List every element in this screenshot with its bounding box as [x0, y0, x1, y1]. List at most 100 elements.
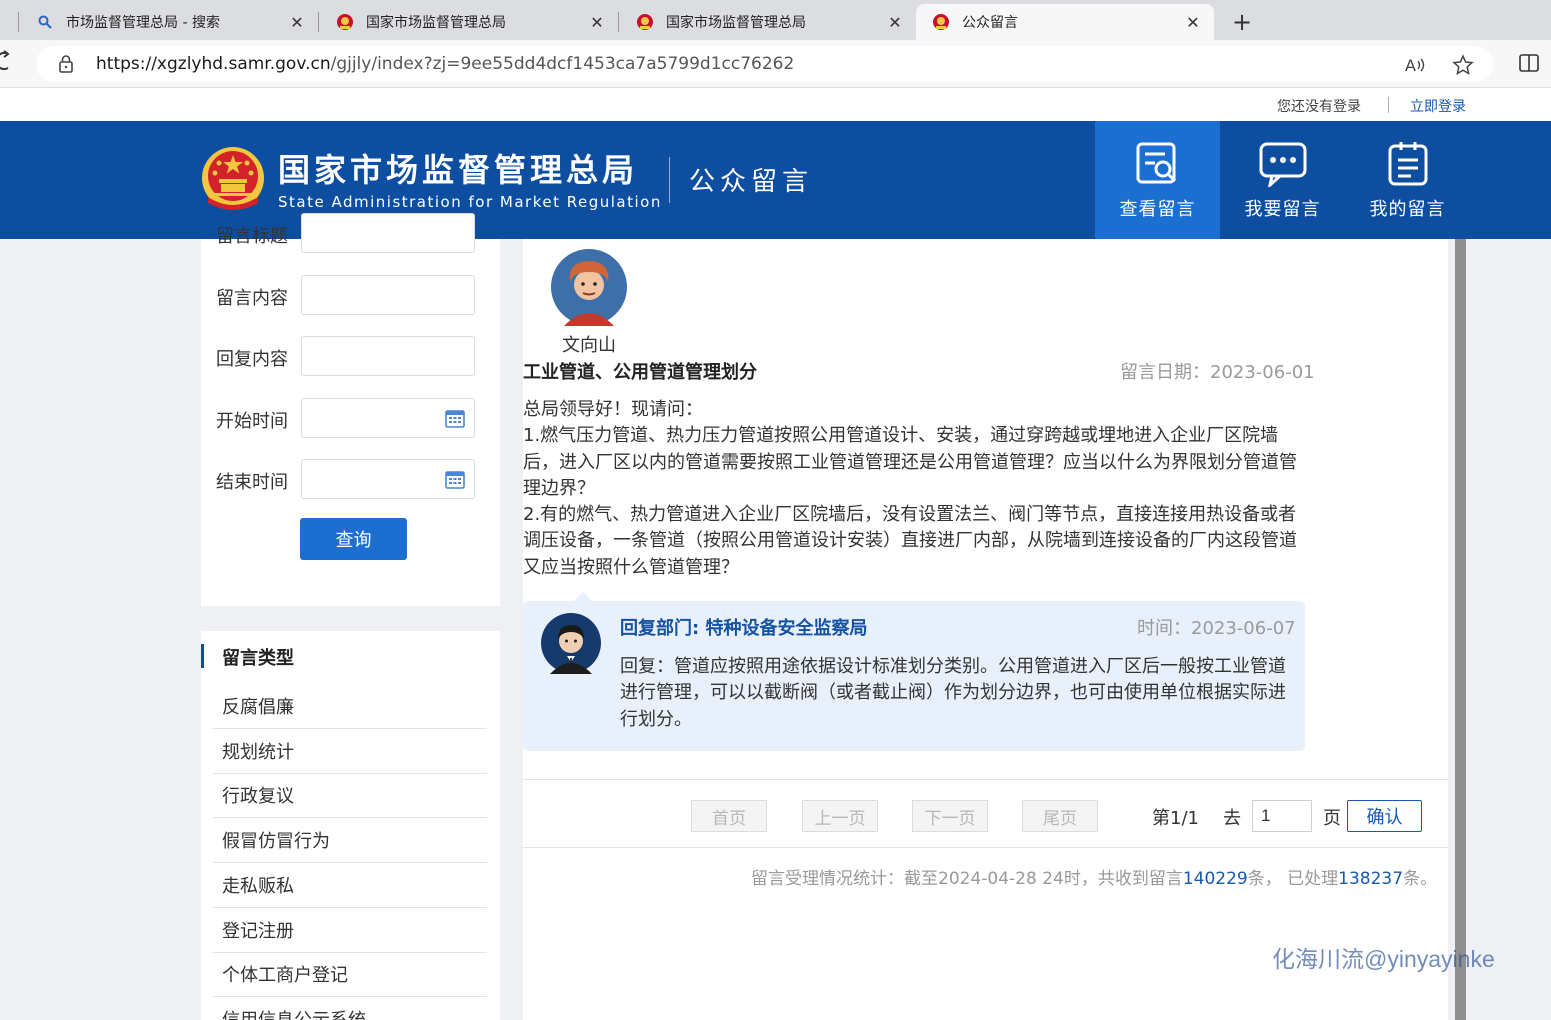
address-bar[interactable]: https://xgzlyhd.samr.gov.cn/gjjly/index?…	[36, 46, 1494, 82]
read-aloud-icon[interactable]: A	[1402, 52, 1428, 78]
section-title: 公众留言	[689, 167, 814, 197]
reply-notch	[573, 592, 593, 602]
browser-tab-3[interactable]: 国家市场监督管理总局 ✕	[620, 4, 916, 40]
filter-label: 结束时间	[216, 472, 288, 493]
message-title: 工业管道、公用管道管理划分	[523, 362, 757, 383]
reply-box: 回复部门: 特种设备安全监察局 时间：2023-06-07 回复：管道应按照用途…	[523, 592, 1305, 751]
new-tab-icon[interactable]: +	[1228, 8, 1256, 36]
filter-panel: 留言标题 留言内容 回复内容 开始时间 结束时间 查询	[201, 213, 500, 606]
reply-department: 回复部门: 特种设备安全监察局	[620, 618, 868, 639]
split-screen-icon[interactable]	[1518, 52, 1540, 78]
favorite-star-icon[interactable]	[1450, 52, 1476, 78]
first-page-button[interactable]: 首页	[691, 800, 767, 832]
stats-suffix: 条。	[1403, 869, 1438, 889]
browser-tab-active[interactable]: 公众留言 ✕	[916, 4, 1214, 40]
author-name: 文向山	[562, 335, 616, 356]
filter-label: 留言标题	[216, 226, 288, 247]
lock-icon[interactable]	[58, 54, 74, 78]
type-item[interactable]: 规划统计	[213, 730, 487, 774]
browser-toolbar: https://xgzlyhd.samr.gov.cn/gjjly/index?…	[0, 40, 1551, 88]
confirm-page-button[interactable]: 确认	[1347, 800, 1422, 832]
title-input[interactable]	[301, 213, 475, 253]
content-input[interactable]	[301, 275, 475, 315]
nav-my-messages[interactable]: 我的留言	[1345, 121, 1470, 239]
tab-title: 公众留言	[962, 15, 1018, 31]
prev-page-button[interactable]: 上一页	[802, 800, 878, 832]
page-number-input[interactable]	[1252, 800, 1312, 832]
browser-tab-2[interactable]: 国家市场监督管理总局 ✕	[320, 4, 618, 40]
official-avatar	[540, 612, 602, 678]
message-type-panel: 留言类型 反腐倡廉 规划统计 行政复议 假冒仿冒行为 走私贩私 登记注册 个体工…	[201, 631, 500, 1020]
filter-content-row: 留言内容	[216, 275, 496, 315]
type-item[interactable]: 走私贩私	[213, 864, 487, 908]
last-page-button[interactable]: 尾页	[1022, 800, 1098, 832]
reload-icon[interactable]	[0, 50, 10, 78]
tab-title: 国家市场监督管理总局	[366, 15, 506, 31]
login-status-text: 您还没有登录	[1277, 99, 1361, 115]
page-unit-label: 页	[1323, 808, 1341, 829]
filter-reply-row: 回复内容	[216, 336, 496, 376]
reply-time: 时间：2023-06-07	[1137, 618, 1296, 639]
type-item[interactable]: 反腐倡廉	[213, 685, 487, 729]
nav-post-message[interactable]: 我要留言	[1220, 121, 1345, 239]
browser-tab-bar: 市场监督管理总局 - 搜索 ✕ 国家市场监督管理总局 ✕ 国家市场监督管理总局 …	[0, 0, 1551, 40]
received-count: 140229	[1182, 869, 1248, 889]
scrollbar[interactable]	[1455, 239, 1466, 1020]
login-link[interactable]: 立即登录	[1410, 96, 1466, 116]
next-page-button[interactable]: 下一页	[912, 800, 988, 832]
divider	[523, 779, 1448, 780]
tab-separator	[318, 12, 319, 32]
calendar-icon[interactable]	[445, 470, 465, 493]
tab-separator	[618, 12, 619, 32]
stats-mid: 条， 已处理	[1247, 869, 1339, 889]
type-heading: 留言类型	[201, 644, 294, 669]
divider	[523, 847, 1448, 848]
message-detail-panel: 文向山 工业管道、公用管道管理划分 留言日期：2023-06-01 总局领导好！…	[523, 239, 1448, 1020]
national-emblem-logo[interactable]	[200, 145, 266, 217]
org-name-cn[interactable]: 国家市场监督管理总局	[278, 145, 638, 191]
tab-title: 市场监督管理总局 - 搜索	[66, 15, 220, 31]
type-item[interactable]: 信用信息公示系统	[213, 998, 487, 1020]
nav-view-messages[interactable]: 查看留言	[1095, 121, 1220, 239]
filter-start-row: 开始时间	[216, 398, 496, 438]
page-info: 第1/1	[1152, 808, 1199, 829]
query-button[interactable]: 查询	[300, 518, 407, 560]
chat-bubble-icon	[1258, 141, 1308, 190]
svg-text:A: A	[1405, 56, 1416, 75]
org-name-en: State Administration for Market Regulati…	[278, 193, 662, 211]
type-item[interactable]: 个体工商户登记	[213, 953, 487, 997]
emblem-icon	[336, 13, 354, 31]
message-body: 总局领导好！现请问： 1.燃气压力管道、热力压力管道按照公用管道设计、安装，通过…	[523, 399, 1297, 578]
close-icon[interactable]: ✕	[288, 13, 306, 32]
close-icon[interactable]: ✕	[886, 13, 904, 32]
processed-count: 138237	[1338, 869, 1404, 889]
calendar-icon[interactable]	[445, 409, 465, 432]
emblem-icon	[636, 13, 654, 31]
reply-text: 回复：管道应按照用途依据设计标准划分类别。公用管道进入厂区后一般按工业管道进行管…	[620, 656, 1286, 730]
reply-input[interactable]	[301, 336, 475, 376]
nav-label: 我要留言	[1244, 199, 1321, 220]
url-text[interactable]: https://xgzlyhd.samr.gov.cn/gjjly/index?…	[96, 54, 794, 74]
statistics-text: 留言受理情况统计：截至2024-04-28 24时，共收到留言140229条， …	[751, 864, 1437, 889]
type-item[interactable]: 行政复议	[213, 774, 487, 818]
tab-title: 国家市场监督管理总局	[666, 15, 806, 31]
type-item[interactable]: 假冒仿冒行为	[213, 819, 487, 863]
search-doc-icon	[1135, 141, 1181, 187]
filter-label: 开始时间	[216, 411, 288, 432]
goto-label: 去	[1223, 808, 1241, 829]
browser-tab-1[interactable]: 市场监督管理总局 - 搜索 ✕	[20, 4, 318, 40]
login-bar: 您还没有登录 立即登录	[0, 88, 1551, 121]
divider	[669, 157, 670, 203]
nav-label: 我的留言	[1369, 199, 1446, 220]
nav-label: 查看留言	[1119, 199, 1196, 220]
close-icon[interactable]: ✕	[588, 13, 606, 32]
close-icon[interactable]: ✕	[1184, 13, 1202, 32]
tab-separator	[18, 12, 19, 32]
filter-end-row: 结束时间	[216, 459, 496, 499]
filter-title-row: 留言标题	[216, 213, 496, 253]
url-path: /gjjly/index?zj=9ee55dd4dcf1453ca7a5799d…	[330, 54, 795, 74]
emblem-icon	[932, 13, 950, 31]
divider	[1388, 97, 1389, 113]
message-date: 留言日期：2023-06-01	[1120, 362, 1315, 383]
type-item[interactable]: 登记注册	[213, 909, 487, 953]
